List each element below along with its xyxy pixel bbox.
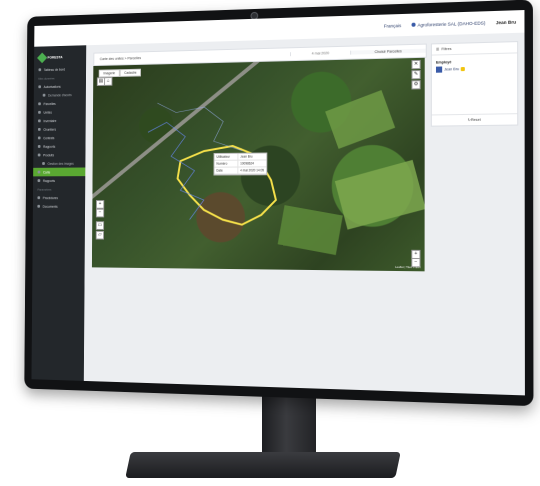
map-popup: Utilisateur Jean Bru Numéro 10098624 Date 4 m… [213, 152, 268, 176]
sidebar-item-label: Produits [43, 152, 54, 157]
main-content: Carte des unités > Parcelles 4 mai 2020 … [83, 32, 525, 396]
settings-icon[interactable]: ⚙ [411, 80, 421, 90]
sidebar-item-icon [38, 119, 41, 123]
zoom-out-icon[interactable]: − [95, 208, 105, 218]
sidebar-item-icon [38, 68, 42, 72]
sidebar-item-label: Rapports [42, 178, 55, 183]
organization-selector[interactable]: Agroforesterie SAL (DAHO-EDS) [411, 20, 485, 27]
filter-icon: ☰ [435, 47, 440, 52]
draw-icon[interactable]: ▱ [95, 230, 105, 240]
sidebar-item-label: Rapports [43, 144, 56, 149]
popup-key: Utilisateur [214, 153, 239, 160]
popup-value: Jean Bru [240, 154, 253, 159]
sidebar-item-label: Gestion des images [47, 161, 74, 166]
sidebar-item-icon [37, 136, 41, 140]
logo-text: FORESTA [47, 55, 63, 60]
edit-icon[interactable]: ✎ [411, 70, 421, 80]
monitor: Français Agroforesterie SAL (DAHO-EDS) J… [24, 0, 534, 407]
sidebar-item-icon [37, 153, 41, 157]
sidebar-item-label: Tableau de bord [43, 67, 66, 72]
sidebar-item[interactable]: Documents [33, 202, 85, 211]
map-attribution[interactable]: Leaflet | Tiles © Esri [395, 265, 420, 269]
monitor-stand-base [125, 452, 401, 478]
sidebar-item: Paramètres [33, 185, 85, 194]
sidebar-item-label: Chantiers [43, 127, 56, 132]
sidebar-item-label: Mes données [38, 76, 55, 81]
sidebar-item-icon [37, 145, 41, 148]
sidebar-item[interactable]: Rapports [33, 176, 85, 185]
language-selector[interactable]: Français [384, 23, 401, 29]
user-menu[interactable]: Jean Bru [496, 19, 516, 25]
employee-filter-item[interactable]: Jean Bru [432, 65, 517, 73]
sidebar-item-label: Unités [43, 110, 52, 115]
sidebar-item-icon [38, 102, 41, 106]
sidebar-item-label: Paramètres [37, 187, 52, 192]
sidebar-item-label: Procédures [42, 195, 58, 200]
sidebar-item-icon [37, 170, 41, 174]
popup-key: Date [214, 167, 239, 174]
zoom-in-icon[interactable]: + [95, 200, 105, 209]
sidebar-item-icon [37, 127, 41, 131]
sidebar: FORESTA Tableau de bord Mes données Autori… [31, 45, 87, 381]
sidebar-item-label: Autorisations [43, 84, 61, 89]
logo-leaf-icon [37, 52, 48, 64]
satellite-map[interactable]: Imagerie Cadastre ▤ ⌂ ✕ ✎ ⚙ + − ▭ ▱ + − U… [91, 57, 425, 272]
map-layer-tabs: Imagerie Cadastre [98, 68, 142, 78]
date-filter[interactable]: 4 mai 2020 [290, 50, 351, 57]
sidebar-item[interactable]: Carte [33, 167, 86, 177]
sidebar-item-label: Parcelles [43, 101, 56, 106]
popup-row: Date 4 mai 2020 14:05 [214, 167, 267, 175]
home-icon[interactable]: ⌂ [104, 77, 113, 86]
monitor-scene: Français Agroforesterie SAL (DAHO-EDS) J… [0, 0, 540, 486]
sidebar-nav: Tableau de bord Mes données Autorisations D… [33, 64, 86, 210]
sidebar-item-icon [37, 179, 41, 183]
breadcrumb[interactable]: Carte des unités > Parcelles [94, 52, 290, 61]
sidebar-item[interactable]: Gestion des images [33, 159, 85, 168]
sidebar-item-label: Carte [42, 170, 51, 174]
filter-panel: ☰ Filtres Employé Jean Bru ↻ Reset [430, 41, 519, 127]
sidebar-item-label: Inventaire [43, 118, 57, 123]
measure-icon[interactable]: ▭ [95, 221, 105, 230]
app-logo[interactable]: FORESTA [34, 49, 86, 66]
sidebar-item[interactable]: Procédures [33, 193, 85, 202]
sidebar-item-icon [37, 204, 41, 208]
status-badge [461, 66, 466, 72]
checkbox[interactable] [435, 66, 443, 73]
sidebar-item-icon [42, 93, 46, 97]
popup-key: Numéro [214, 160, 239, 167]
gps-track [147, 122, 204, 220]
sidebar-item-label: Contrats [43, 135, 55, 140]
sidebar-item-icon [42, 162, 45, 165]
sidebar-item-icon [38, 85, 42, 89]
sidebar-item-label: Documents [42, 204, 58, 209]
sidebar-item-icon [37, 196, 41, 200]
reset-button[interactable]: ↻ Reset [431, 113, 518, 126]
map-tab[interactable]: Cadastre [119, 68, 142, 77]
sidebar-item-label: Demande d'accès [48, 92, 72, 98]
popup-value: 4 mai 2020 14:05 [240, 168, 265, 173]
org-icon [411, 22, 416, 27]
app-screen: Français Agroforesterie SAL (DAHO-EDS) J… [31, 10, 525, 396]
gps-track [157, 102, 242, 152]
choose-parcels-button[interactable]: Choisir Parcelles [350, 48, 426, 55]
close-icon[interactable]: ✕ [411, 59, 421, 70]
popup-value: 10098624 [240, 161, 254, 166]
sidebar-item-icon [38, 110, 41, 114]
